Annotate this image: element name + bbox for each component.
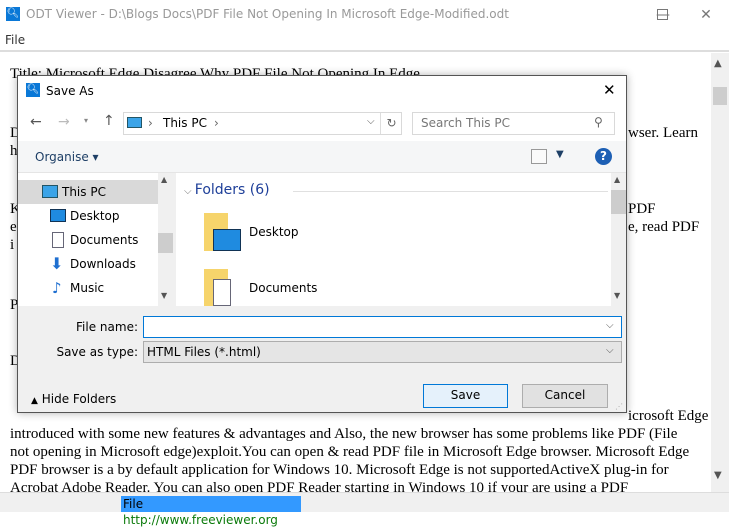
doc-text: e [10,219,17,235]
doc-text: wser. Learn [628,125,698,141]
nav-item-desktop[interactable]: Desktop [18,204,158,228]
back-button[interactable]: ← [30,114,42,130]
refresh-icon[interactable]: ↻ [380,113,402,134]
title-bar: 🔍︎ ODT Viewer - D:\Blogs Docs\PDF File N… [0,0,729,30]
search-input[interactable]: Search This PC ⚲ [412,112,615,135]
file-list-scrollbar[interactable]: ▲ ▼ [611,173,626,306]
navigation-pane: This PC Desktop Documents ⬇ Downloads ♪ Mu… [18,173,173,306]
doc-line: introduced with some new features & adva… [10,426,678,442]
folder-desktop[interactable] [201,213,241,255]
doc-line: not opening in Microsoft edge)exploit.Yo… [10,444,690,460]
documents-icon [52,232,64,248]
hide-folders-button[interactable]: ▲ Hide Folders [31,392,116,406]
music-icon: ♪ [52,279,62,297]
nav-item-music[interactable]: ♪ Music [18,276,158,300]
file-list: ⌵ Folders (6) Desktop Documents [176,173,626,306]
cancel-button[interactable]: Cancel [522,384,608,408]
menu-file[interactable]: File [5,33,25,47]
navigation-bar: ← → ▾ ↑ › This PC › ⌵ ↻ Search This PC ⚲ [18,105,626,141]
scroll-thumb[interactable] [713,87,727,105]
divider [0,50,729,52]
nav-item-this-pc[interactable]: This PC [18,180,158,204]
doc-text: e, read PDF [628,219,700,235]
doc-text: PDF [628,201,656,217]
vertical-scrollbar[interactable] [711,53,729,492]
folders-group-header[interactable]: ⌵ Folders (6) [184,182,270,198]
dialog-title-bar: 🔍︎ Save As ✕ [18,76,626,105]
chevron-down-icon: ⌵ [606,345,614,356]
downloads-icon: ⬇ [50,254,64,273]
maximize-button[interactable] [638,0,684,30]
dialog-title: Save As [46,84,94,98]
nav-scrollbar[interactable]: ▲ ▼ [158,173,173,306]
view-icon[interactable] [531,149,547,164]
scroll-up-icon[interactable]: ▲ [714,58,722,69]
save-type-select[interactable]: HTML Files (*.html) ⌵ [143,341,622,363]
forward-button[interactable]: → [58,114,70,130]
computer-icon [127,117,142,128]
app-icon: 🔍︎ [6,7,20,21]
desktop-icon [50,209,66,222]
website-link[interactable]: http://www.freeviewer.org [123,513,278,527]
computer-icon [42,185,58,198]
address-dropdown-icon[interactable]: ⌵ [367,116,375,127]
recent-dropdown[interactable]: ▾ [84,116,88,125]
save-as-dialog: 🔍︎ Save As ✕ ← → ▾ ↑ › This PC › ⌵ ↻ Sea… [17,75,627,413]
file-name-label: File name: [76,320,138,334]
window-title: ODT Viewer - D:\Blogs Docs\PDF File Not … [26,7,509,21]
folder-label[interactable]: Documents [249,281,317,295]
chevron-up-icon: ▲ [31,396,38,406]
dialog-icon: 🔍︎ [26,83,40,97]
dialog-close-button[interactable]: ✕ [603,81,616,99]
view-dropdown-icon[interactable]: ▼ [556,149,564,160]
nav-item-documents[interactable]: Documents [18,228,158,252]
scroll-down-icon[interactable]: ▼ [714,470,722,481]
organise-button[interactable]: Organise ▾ [35,150,99,164]
file-name-input[interactable]: ⌵ [143,316,622,338]
address-bar[interactable]: › This PC › ⌵ ↻ [123,112,402,135]
breadcrumb-this-pc[interactable]: This PC [163,116,207,130]
status-link[interactable]: File http://www.freeviewer.org [121,496,301,527]
doc-line: PDF browser is a by default application … [10,462,669,478]
folder-label[interactable]: Desktop [249,225,299,239]
folder-documents[interactable] [201,269,241,306]
resize-grip[interactable]: ⋰ [615,402,623,411]
toolbar: Organise ▾ ▼ ? [18,141,626,173]
status-file: File [123,497,144,511]
search-icon: ⚲ [594,115,603,129]
status-bar [0,492,729,512]
close-button[interactable]: ✕ [683,0,729,30]
up-button[interactable]: ↑ [103,113,115,129]
nav-scroll-thumb[interactable] [158,233,173,253]
file-list-scroll-thumb[interactable] [611,190,626,214]
save-type-label: Save as type: [56,345,138,359]
nav-item-downloads[interactable]: ⬇ Downloads [18,252,158,276]
doc-text: icrosoft Edge [628,408,709,424]
help-icon[interactable]: ? [595,148,612,165]
file-name-dropdown-icon[interactable]: ⌵ [606,320,614,331]
save-button[interactable]: Save [423,384,508,408]
doc-text: i [10,237,15,253]
